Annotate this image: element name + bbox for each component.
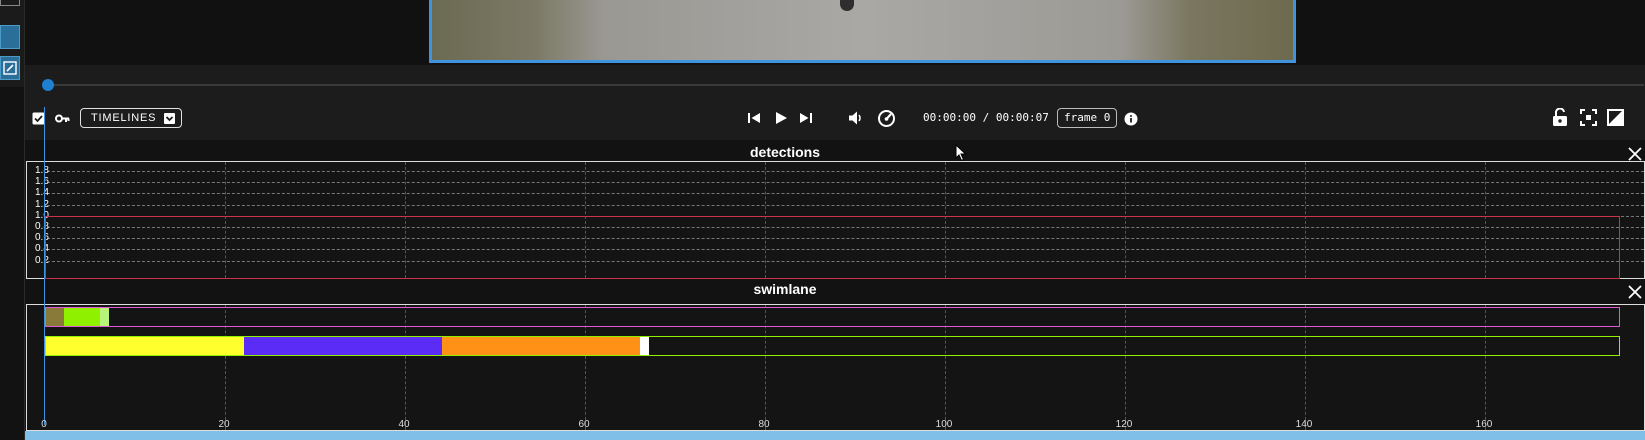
x-tick-label: 120 (1115, 419, 1133, 430)
info-button[interactable] (1124, 112, 1138, 126)
x-tick-label: 160 (1475, 419, 1493, 430)
x-tick-label: 0 (41, 419, 47, 430)
swimlane-segment[interactable] (244, 337, 442, 355)
previous-frame-button[interactable] (747, 111, 761, 125)
contrast-button[interactable] (1607, 109, 1624, 126)
seek-thumb[interactable] (42, 79, 54, 91)
lock-open-icon (1553, 108, 1567, 126)
time-separator: / (982, 111, 990, 124)
timelines-dropdown[interactable]: TIMELINES (80, 108, 183, 128)
x-tick-label: 20 (218, 419, 230, 430)
playback-speed-button[interactable] (877, 109, 896, 128)
video-frame[interactable] (429, 0, 1296, 63)
key-icon (55, 114, 70, 123)
seek-track[interactable] (48, 84, 1644, 86)
swimlane-segment[interactable] (100, 308, 109, 326)
seek-bar[interactable] (25, 65, 1645, 105)
detections-plot[interactable]: 1.8 1.6 1.4 1.2 1.0 0.8 0.6 0.4 0.2 (26, 161, 1645, 279)
volume-button[interactable] (848, 110, 864, 126)
timelines-area: detections 1.8 1.6 1.4 1.2 1.0 0.8 0.6 0.4 0.2 s… (25, 140, 1645, 431)
edit-button[interactable] (0, 56, 20, 80)
play-icon (776, 112, 787, 124)
y-tick-label: 1.4 (35, 187, 49, 199)
detections-title: detections (749, 144, 820, 160)
y-tick-label: 1.2 (35, 198, 49, 210)
y-grid-line (47, 204, 1644, 206)
y-tick-label: 1.6 (35, 176, 49, 188)
volume-icon (849, 111, 861, 125)
y-grid-line (47, 171, 1644, 172)
next-frame-button[interactable] (799, 111, 813, 125)
frame-badge[interactable]: frame 0 (1057, 108, 1118, 128)
total-time: 00:00:07 (995, 111, 1049, 124)
x-tick-label: 80 (758, 419, 770, 430)
fullscreen-icon (1580, 109, 1597, 126)
swimlane-close-button[interactable] (1627, 284, 1643, 300)
detection-box[interactable] (45, 215, 1620, 279)
toolbar-item-top[interactable] (0, 0, 20, 6)
y-tick-label: 1.8 (35, 165, 49, 176)
video-viewer: TIMELINES 00:00:00 / 00:00:07 frame 0 de… (0, 0, 1645, 440)
y-grid-line (47, 193, 1644, 195)
close-icon (1628, 285, 1642, 299)
mouse-cursor-icon (955, 144, 967, 162)
swimlane-lane[interactable] (45, 307, 1620, 327)
video-image (432, 0, 1293, 60)
info-icon (1124, 112, 1138, 126)
x-tick-label: 40 (398, 419, 410, 430)
chevron-down-icon (164, 112, 176, 124)
swimlane-segment[interactable] (64, 308, 100, 326)
x-tick-label: 140 (1295, 419, 1313, 430)
playback-controls: TIMELINES 00:00:00 / 00:00:07 frame 0 (25, 105, 1645, 140)
detections-close-button[interactable] (1627, 146, 1643, 162)
playhead[interactable] (44, 107, 45, 425)
swimlane-segment[interactable] (46, 337, 244, 355)
swimlane-lane[interactable] (45, 336, 1620, 356)
edit-icon (3, 61, 17, 75)
speed-icon (878, 110, 895, 127)
swimlane-segment[interactable] (442, 337, 640, 355)
close-icon (1628, 147, 1642, 161)
swimlane-segment[interactable] (46, 308, 64, 326)
time-readout: 00:00:00 / 00:00:07 (923, 111, 1049, 124)
contrast-icon (1607, 109, 1624, 126)
left-toolbar (0, 0, 24, 87)
y-grid-line (47, 182, 1644, 184)
x-tick-label: 100 (935, 419, 953, 430)
toolbar-item-selected[interactable] (0, 25, 20, 49)
x-tick-label: 60 (578, 419, 590, 430)
video-area (25, 0, 1645, 65)
bottom-scrollbar[interactable] (25, 431, 1645, 440)
play-button[interactable] (774, 111, 788, 125)
skip-previous-icon (748, 113, 760, 123)
lock-button[interactable] (1552, 108, 1568, 126)
swimlane-title: swimlane (753, 281, 817, 297)
fullscreen-button[interactable] (1580, 109, 1597, 126)
swimlane-plot[interactable] (26, 304, 1645, 431)
keyboard-shortcuts-button[interactable] (55, 113, 70, 124)
timelines-label: TIMELINES (91, 112, 157, 124)
swimlane-segment[interactable] (640, 337, 649, 355)
current-time: 00:00:00 (923, 111, 976, 124)
skip-next-icon (800, 113, 812, 123)
